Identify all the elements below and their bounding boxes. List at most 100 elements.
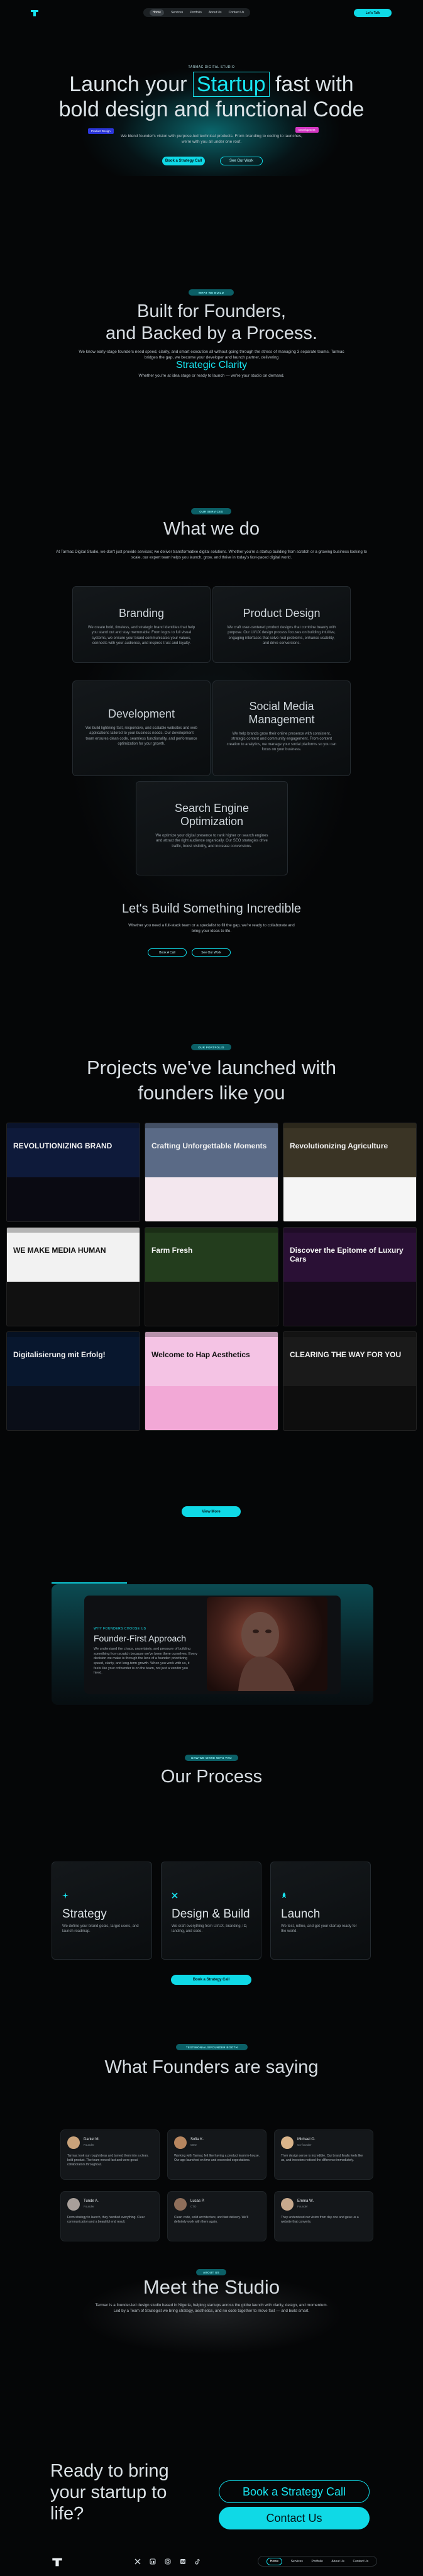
testimonial-card: Emma W. Founder They understood our vision… [274, 2191, 373, 2241]
testimonial-card: Michael O. Co-founder Their design sense i… [274, 2129, 373, 2180]
founder-image [207, 1597, 327, 1691]
service-card-text: We create bold, timeless, and strategic … [87, 626, 195, 646]
services-book-call-button[interactable]: Book A Call [148, 948, 187, 957]
tiktok-icon[interactable] [195, 2558, 201, 2565]
portfolio-project-navbar [145, 1228, 278, 1233]
footer-logo-icon[interactable] [52, 2557, 63, 2567]
why-title-line2: and Backed by a Process. [106, 323, 317, 344]
service-card-text: We craft user-centered product designs t… [227, 626, 336, 646]
testimonial-text: From strategy to launch, they handled ev… [67, 2216, 145, 2224]
portfolio-title-line2: founders like you [138, 1082, 285, 1104]
testimonial-role: Founder [84, 2205, 94, 2208]
logo[interactable] [30, 9, 39, 16]
x-icon[interactable] [135, 2558, 141, 2565]
nav-item-portfolio[interactable]: Portfolio [190, 11, 201, 14]
testimonials-tag: TESTIMONIALS/FOUNDER BOOTH [176, 2044, 248, 2050]
testimonial-card: Daniel M. Founder Tarmac took our rough id… [60, 2129, 160, 2180]
nav-item-home[interactable]: Home [149, 9, 164, 16]
services-see-work-button[interactable]: See Our Work [192, 948, 231, 957]
portfolio-project-caption: Crafting Unforgettable Moments [151, 1141, 267, 1150]
why-tag: WHAT WE BUILD [189, 289, 234, 296]
portfolio-project-card[interactable]: Welcome to Hap Aesthetics [145, 1331, 278, 1431]
portfolio-project-card[interactable]: Digitalisierung mit Erfolg! [6, 1331, 140, 1431]
portfolio-project-card[interactable]: Farm Fresh [145, 1227, 278, 1326]
portfolio-project-caption: WE MAKE MEDIA HUMAN [13, 1246, 106, 1255]
testimonial-avatar [281, 2198, 294, 2211]
testimonial-name: Emma W. [297, 2199, 314, 2203]
testimonial-role: Founder [297, 2205, 308, 2208]
svg-text:Bē: Bē [181, 2561, 185, 2565]
nav-item-contact[interactable]: Contact Us [229, 11, 244, 14]
testimonial-avatar [174, 2136, 187, 2149]
portfolio-project-card[interactable]: Crafting Unforgettable Moments [145, 1123, 278, 1222]
final-cta-contact-button[interactable]: Contact Us [219, 2507, 370, 2529]
process-step-text: We test, refine, and get your startup re… [281, 1924, 357, 1934]
footer-nav-about[interactable]: About Us [331, 2560, 344, 2563]
linkedin-icon[interactable] [150, 2558, 156, 2565]
footer-nav-services[interactable]: Services [291, 2560, 303, 2563]
footer-nav-home[interactable]: Home [266, 2557, 283, 2565]
service-card-title: Social Media Management [248, 700, 315, 726]
why-title: Built for Founders, and Backed by a Proc… [0, 301, 423, 345]
portfolio-project-card[interactable]: WE MAKE MEDIA HUMAN [6, 1227, 140, 1326]
testimonial-name: Michael O. [297, 2138, 316, 2141]
testimonial-text: Working with Tarmac felt like having a p… [174, 2154, 260, 2162]
final-cta-strategy-button[interactable]: Book a Strategy Call [219, 2480, 370, 2503]
testimonial-avatar [67, 2198, 80, 2211]
hero-section: TARMAC DIGITAL STUDIO Launch your Startu… [0, 25, 423, 176]
services-intro: At Tarmac Digital Studio, we don't just … [56, 550, 367, 560]
portfolio-project-navbar [283, 1332, 416, 1337]
why-paragraph: We know early-stage founders need speed,… [79, 350, 344, 360]
service-card-title: Search Engine Optimization [174, 802, 250, 828]
process-section: HOW WE WORK WITH YOU Our Process Strateg… [0, 1755, 423, 1985]
services-section: OUR SERVICES What we do At Tarmac Digita… [0, 503, 423, 969]
portfolio-project-card[interactable]: Discover the Epitome of Luxury Cars [283, 1227, 417, 1326]
service-card-development: Development We build lightning-fast, res… [72, 680, 211, 776]
hero-secondary-button[interactable]: See Our Work [220, 157, 263, 165]
hero-primary-button[interactable]: Book a Strategy Call [162, 157, 205, 165]
testimonials-section: TESTIMONIALS/FOUNDER BOOTH What Founders… [0, 2044, 423, 2258]
footer-nav-contact[interactable]: Contact Us [353, 2560, 368, 2563]
logo-mark-icon [31, 10, 38, 16]
service-card-seo: Search Engine Optimization We optimize y… [136, 781, 288, 875]
process-step-title: Strategy [62, 1907, 107, 1921]
service-card-product-design: Product Design We craft user-centered pr… [212, 586, 351, 663]
founder-title: Founder-First Approach [94, 1633, 187, 1643]
services-cta-title: Let's Build Something Incredible [121, 902, 302, 916]
process-title: Our Process [160, 1767, 263, 1787]
process-card-strategy: Strategy We define your brand goals, tar… [52, 1862, 152, 1960]
nav-item-services[interactable]: Services [171, 11, 183, 14]
portfolio-title: Projects we've launched with founders li… [0, 1055, 423, 1106]
behance-icon[interactable]: Bē [180, 2558, 186, 2565]
portfolio-project-card[interactable]: REVOLUTIONIZING BRAND [6, 1123, 140, 1222]
portfolio-project-navbar [283, 1228, 416, 1233]
footer-nav: Home Services Portfolio About Us Contact… [258, 2556, 377, 2567]
portfolio-project-navbar [7, 1228, 140, 1233]
testimonial-card: Tunde A. Founder From strategy to launch, … [60, 2191, 160, 2241]
hero-title-part-a: Launch your [69, 72, 187, 96]
nav-item-about[interactable]: About Us [209, 11, 222, 14]
process-cta-button[interactable]: Book a Strategy Call [171, 1975, 251, 1985]
portfolio-project-card[interactable]: CLEARING THE WAY FOR YOU [283, 1331, 417, 1431]
founder-section: WHY FOUNDERS CHOOSE US Founder-First App… [52, 1582, 373, 1705]
service-card-text: We help brands grow their online presenc… [226, 732, 337, 752]
portfolio-project-navbar [145, 1123, 278, 1128]
portfolio-view-more-button[interactable]: View More [182, 1506, 241, 1517]
nav-cta-button[interactable]: Let's Talk [354, 9, 392, 17]
about-title: Meet the Studio [143, 2276, 280, 2298]
testimonial-avatar [67, 2136, 80, 2149]
testimonial-name: Tunde A. [84, 2199, 99, 2203]
process-step-title: Design & Build [172, 1907, 250, 1921]
instagram-icon[interactable] [165, 2558, 171, 2565]
portfolio-project-navbar [145, 1332, 278, 1337]
testimonial-name: Sofia K. [190, 2138, 204, 2141]
portfolio-project-caption: Farm Fresh [151, 1246, 193, 1255]
footer-nav-portfolio[interactable]: Portfolio [311, 2560, 322, 2563]
service-card-branding: Branding We create bold, timeless, and s… [72, 586, 211, 663]
hero-title-highlight: Startup [192, 72, 270, 97]
testimonial-name: Lucas P. [190, 2199, 205, 2203]
portfolio-project-card[interactable]: Revolutionizing Agriculture [283, 1123, 417, 1222]
service-card-social-media: Social Media Management We help brands g… [212, 680, 351, 776]
rocket-icon [282, 1892, 286, 1898]
portfolio-project-caption: Revolutionizing Agriculture [290, 1141, 388, 1150]
